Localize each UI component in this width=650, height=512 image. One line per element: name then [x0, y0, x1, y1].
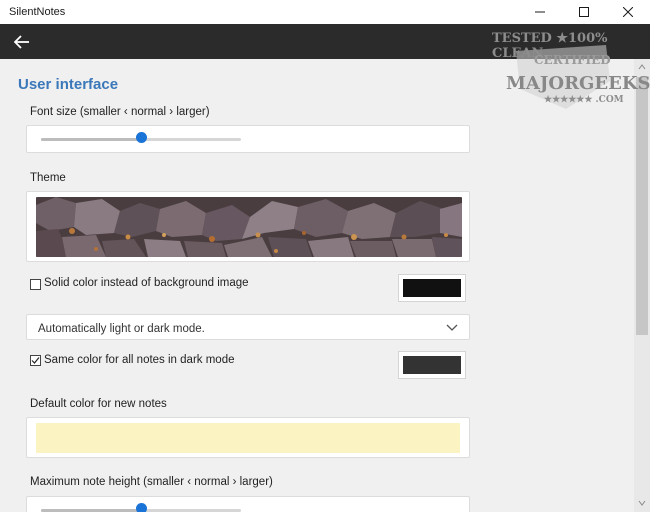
dark-mode-dropdown-value: Automatically light or dark mode.	[38, 323, 205, 335]
default-color-card	[26, 417, 470, 458]
maximize-button[interactable]	[562, 0, 606, 24]
default-color-label: Default color for new notes	[30, 398, 167, 410]
title-bar: SilentNotes	[0, 0, 650, 24]
close-icon	[623, 7, 633, 17]
vertical-scrollbar[interactable]	[634, 59, 650, 512]
default-note-color-swatch[interactable]	[36, 423, 460, 453]
max-height-slider-thumb[interactable]	[136, 503, 147, 512]
dark-mode-color-picker[interactable]	[398, 351, 466, 379]
solid-color-swatch	[403, 279, 461, 297]
solid-color-label: Solid color instead of background image	[44, 277, 249, 289]
max-height-label: Maximum note height (smaller ‹ normal › …	[30, 476, 273, 488]
solid-color-picker[interactable]	[398, 274, 466, 302]
minimize-icon	[535, 11, 545, 13]
font-size-label: Font size (smaller ‹ normal › larger)	[30, 106, 210, 118]
settings-content: User interface Font size (smaller ‹ norm…	[0, 59, 634, 512]
dark-mode-dropdown[interactable]: Automatically light or dark mode.	[26, 314, 470, 340]
theme-card	[26, 191, 470, 262]
theme-background-image[interactable]	[36, 197, 462, 257]
scrollbar-thumb[interactable]	[636, 77, 648, 335]
back-arrow-icon	[14, 35, 29, 49]
watermark-line-4: ★★★★★★ .COM	[544, 95, 624, 105]
majorgeeks-watermark: TESTED ★100% CLEAN CERTIFIED MAJORGEEKS …	[488, 29, 650, 115]
chevron-down-icon	[446, 324, 458, 331]
checkmark-icon	[31, 357, 40, 364]
back-button[interactable]	[8, 28, 36, 56]
minimize-button[interactable]	[518, 0, 562, 24]
font-size-card	[26, 125, 470, 153]
window-title: SilentNotes	[9, 6, 66, 18]
same-color-dark-checkbox[interactable]	[30, 355, 41, 366]
section-title: User interface	[18, 76, 119, 93]
theme-label: Theme	[30, 172, 66, 184]
maximize-icon	[579, 7, 589, 17]
solid-color-checkbox[interactable]	[30, 279, 41, 290]
watermark-line-3: MAJORGEEKS	[506, 73, 650, 94]
max-height-card	[26, 496, 470, 512]
font-size-slider-thumb[interactable]	[136, 132, 147, 143]
close-button[interactable]	[606, 0, 650, 24]
watermark-line-2: CERTIFIED	[534, 53, 611, 67]
same-color-dark-label: Same color for all notes in dark mode	[44, 354, 235, 366]
font-size-slider-fill	[41, 138, 141, 141]
window-controls	[518, 0, 650, 24]
scroll-up-icon[interactable]	[638, 63, 646, 71]
dark-mode-color-swatch	[403, 356, 461, 374]
scroll-down-icon[interactable]	[638, 499, 646, 507]
